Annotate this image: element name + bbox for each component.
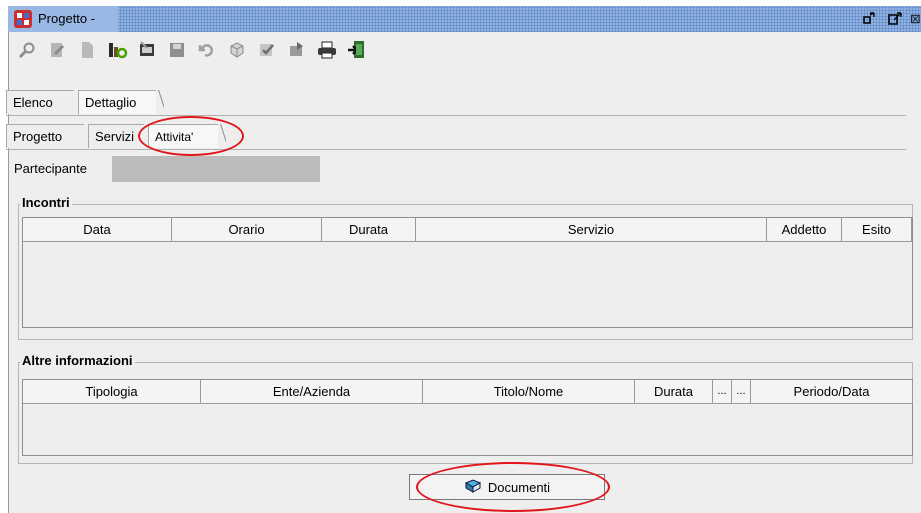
col-data[interactable]: Data [23, 218, 172, 242]
new-document-icon[interactable] [76, 39, 98, 61]
tab-line [6, 115, 906, 116]
highlight-circle-attivita [138, 116, 244, 156]
altre-informazioni-legend: Altre informazioni [20, 353, 135, 368]
col-durata[interactable]: Durata [322, 218, 416, 242]
tab-dettaglio[interactable]: Dettaglio [78, 90, 156, 114]
highlight-circle-documenti [416, 462, 610, 512]
edit-icon[interactable] [46, 39, 68, 61]
tab-line [6, 149, 906, 150]
col-orario[interactable]: Orario [172, 218, 322, 242]
participant-label: Partecipante [14, 161, 87, 176]
col-esito[interactable]: Esito [842, 218, 912, 242]
col-addetto[interactable]: Addetto [767, 218, 842, 242]
app-logo-icon [14, 10, 32, 28]
move-icon[interactable] [286, 39, 308, 61]
col-ente-azienda[interactable]: Ente/Azienda [201, 380, 423, 404]
exit-icon[interactable] [346, 39, 368, 61]
window-title: Progetto - [38, 11, 96, 26]
tab-elenco[interactable]: Elenco [6, 90, 74, 114]
incontri-legend: Incontri [20, 195, 72, 210]
col-tipologia[interactable]: Tipologia [23, 380, 201, 404]
altre-informazioni-table[interactable]: Tipologia Ente/Azienda Titolo/Nome Durat… [22, 379, 913, 456]
col-extra-2[interactable]: ... [732, 380, 751, 404]
tab-progetto-label: Progetto [13, 129, 63, 144]
restore-icon[interactable] [859, 9, 879, 29]
tab-progetto[interactable]: Progetto [6, 124, 84, 148]
col-extra-1[interactable]: ... [713, 380, 732, 404]
close-icon[interactable] [911, 9, 921, 29]
tab-servizi-label: Servizi [95, 129, 135, 144]
tab-divider [156, 90, 164, 114]
save-icon[interactable] [166, 39, 188, 61]
col-durata[interactable]: Durata [635, 380, 713, 404]
toolbar [8, 34, 921, 66]
incontri-table[interactable]: Data Orario Durata Servizio Addetto Esit… [22, 217, 913, 328]
filter-icon[interactable] [106, 39, 128, 61]
col-titolo-nome[interactable]: Titolo/Nome [423, 380, 635, 404]
altre-informazioni-header: Tipologia Ente/Azienda Titolo/Nome Durat… [23, 380, 913, 404]
incontri-header: Data Orario Durata Servizio Addetto Esit… [23, 218, 912, 242]
maximize-icon[interactable] [885, 9, 905, 29]
tab-dettaglio-label: Dettaglio [85, 95, 137, 110]
participant-field[interactable] [112, 156, 320, 182]
edit-record-icon[interactable] [136, 39, 158, 61]
tab-elenco-label: Elenco [13, 95, 53, 110]
title-bar[interactable]: Progetto - [8, 6, 921, 32]
print-icon[interactable] [316, 39, 338, 61]
undo-icon[interactable] [196, 39, 218, 61]
tab-servizi[interactable]: Servizi [88, 124, 144, 148]
search-icon[interactable] [16, 39, 38, 61]
col-periodo-data[interactable]: Periodo/Data [751, 380, 913, 404]
col-servizio[interactable]: Servizio [416, 218, 767, 242]
refresh-icon[interactable] [226, 39, 248, 61]
select-icon[interactable] [256, 39, 278, 61]
